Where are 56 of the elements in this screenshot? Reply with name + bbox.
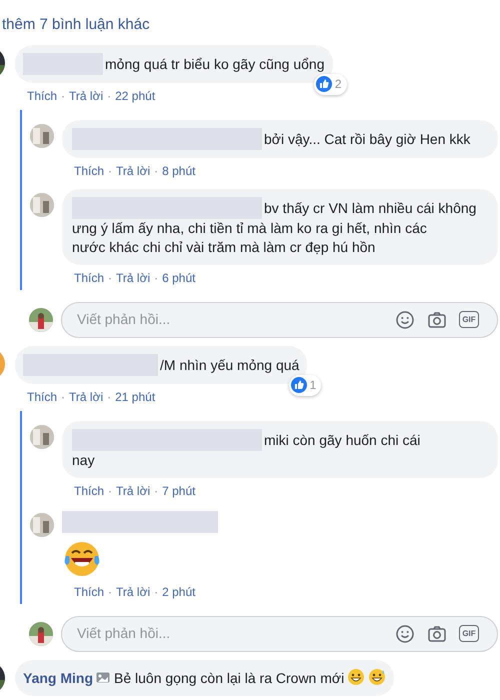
- smiley-icon: [347, 668, 366, 686]
- separator-dot: ·: [154, 482, 158, 498]
- thumbs-up-icon: [290, 377, 307, 393]
- separator-dot: ·: [61, 388, 66, 404]
- comment-text: miki còn gãy huốn chi cái: [264, 432, 420, 448]
- emoji-icon[interactable]: [395, 310, 415, 330]
- action-link[interactable]: Trả lời: [116, 270, 150, 286]
- separator-dot: ·: [154, 584, 158, 600]
- comment-text: nay: [72, 452, 95, 468]
- action-link[interactable]: Thích: [74, 482, 104, 498]
- action-link[interactable]: Thích: [74, 270, 104, 286]
- comment-text: ưng ý lấm ấy nha, chi tiền tỉ mà làm ko ra gi hết, nhìn các: [72, 220, 427, 236]
- smiley-icon: [368, 668, 386, 686]
- gif-button[interactable]: GIF: [459, 311, 479, 328]
- timestamp: 6 phút: [162, 270, 196, 286]
- action-link[interactable]: Trả lời: [116, 162, 150, 178]
- separator-dot: ·: [107, 88, 112, 104]
- comment-text: mỏng quá tr biểu ko gãy cũng uổng: [105, 56, 324, 72]
- thumbs-up-icon: [316, 76, 332, 92]
- separator-dot: ·: [108, 482, 112, 498]
- separator-dot: ·: [154, 270, 158, 286]
- action-link[interactable]: Trả lời: [69, 88, 104, 104]
- separator-dot: ·: [108, 584, 112, 600]
- action-link[interactable]: Thích: [27, 88, 58, 104]
- action-link[interactable]: Thích: [27, 388, 58, 404]
- comment-text: nước khác chi chỉ vài trăm mà làm cr đẹp hú hồn: [72, 238, 376, 254]
- comment-text: Bẻ luôn gọng còn lại là ra Crown mới: [114, 670, 344, 686]
- comment-text: /M nhìn yếu mỏng quá: [160, 356, 300, 372]
- action-link[interactable]: Thích: [74, 584, 104, 600]
- action-link[interactable]: Trả lời: [69, 388, 104, 404]
- separator-dot: ·: [61, 88, 66, 104]
- separator-dot: ·: [107, 388, 112, 404]
- gif-button[interactable]: GIF: [459, 625, 479, 642]
- emoji-icon[interactable]: [395, 624, 415, 644]
- camera-icon[interactable]: [427, 624, 447, 644]
- reply-input-field[interactable]: Viết phản hồi... GIF: [61, 616, 498, 652]
- separator-dot: ·: [108, 270, 112, 286]
- timestamp: 2 phút: [162, 584, 196, 600]
- timestamp: 22 phút: [115, 88, 156, 104]
- separator-dot: ·: [154, 162, 158, 178]
- action-link[interactable]: Trả lời: [116, 482, 150, 498]
- like-count-badge[interactable]: 1: [288, 374, 322, 396]
- author-name[interactable]: Yang Ming: [23, 670, 93, 686]
- timestamp: 7 phút: [162, 482, 196, 498]
- comment-text: bởi vậy... Cat rồi bây giờ Hen kkk: [264, 130, 470, 146]
- like-count-badge[interactable]: 2: [314, 74, 346, 94]
- reply-input-field[interactable]: Viết phản hồi... GIF: [61, 302, 498, 338]
- action-link[interactable]: Trả lời: [116, 584, 150, 600]
- image-icon: [96, 672, 110, 684]
- camera-icon[interactable]: [427, 310, 447, 330]
- timestamp: 21 phút: [115, 388, 156, 404]
- more-comments-link[interactable]: thêm 7 bình luận khác: [2, 14, 150, 36]
- comment-text: bv thấy cr VN làm nhiều cái không: [264, 200, 476, 216]
- separator-dot: ·: [108, 162, 112, 178]
- action-link[interactable]: Thích: [74, 162, 104, 178]
- timestamp: 8 phút: [162, 162, 196, 178]
